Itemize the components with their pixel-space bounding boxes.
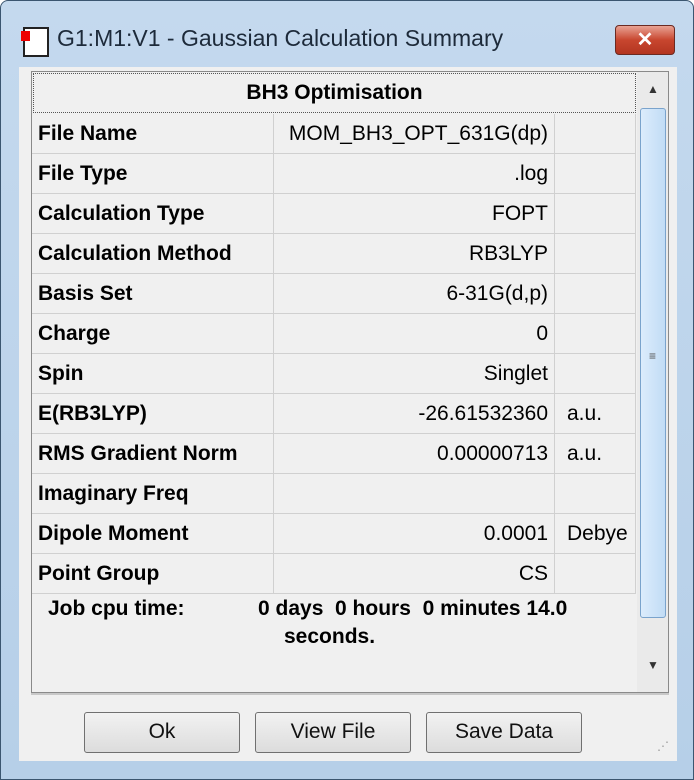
row-label: Basis Set xyxy=(32,274,274,314)
summary-table: BH3 Optimisation File Name MOM_BH3_OPT_63… xyxy=(31,71,669,693)
row-value: RB3LYP xyxy=(274,234,555,274)
table-row: RMS Gradient Norm 0.00000713 a.u. xyxy=(32,434,636,474)
table-row: Calculation Type FOPT xyxy=(32,194,636,234)
vertical-scrollbar[interactable]: ▲ ≡ ▼ xyxy=(637,72,668,692)
close-button[interactable]: ✕ xyxy=(615,25,675,55)
row-label: Dipole Moment xyxy=(32,514,274,554)
scrollbar-thumb[interactable]: ≡ xyxy=(640,108,666,618)
table-row: Basis Set 6-31G(d,p) xyxy=(32,274,636,314)
row-unit xyxy=(555,194,636,234)
row-unit xyxy=(555,314,636,354)
gaussview-app-icon xyxy=(21,27,49,57)
row-value: CS xyxy=(274,554,555,594)
view-file-button[interactable]: View File xyxy=(255,712,411,753)
row-value: 0.0001 xyxy=(274,514,555,554)
table-row: Dipole Moment 0.0001 Debye xyxy=(32,514,636,554)
row-label: Spin xyxy=(32,354,274,394)
table-row: Calculation Method RB3LYP xyxy=(32,234,636,274)
scroll-down-icon[interactable]: ▼ xyxy=(637,658,668,672)
table-row: File Name MOM_BH3_OPT_631G(dp) xyxy=(32,114,636,154)
row-unit xyxy=(555,234,636,274)
save-data-button[interactable]: Save Data xyxy=(426,712,582,753)
table-row: File Type .log xyxy=(32,154,636,194)
row-unit xyxy=(555,274,636,314)
row-value: -26.61532360 xyxy=(274,394,555,434)
row-value: FOPT xyxy=(274,194,555,234)
dialog-window: G1:M1:V1 - Gaussian Calculation Summary … xyxy=(0,0,694,780)
row-label: Calculation Type xyxy=(32,194,274,234)
table-row: E(RB3LYP) -26.61532360 a.u. xyxy=(32,394,636,434)
window-title: G1:M1:V1 - Gaussian Calculation Summary xyxy=(57,25,504,51)
row-unit: a.u. xyxy=(555,394,636,434)
row-unit xyxy=(555,554,636,594)
table-row: Charge 0 xyxy=(32,314,636,354)
row-label: E(RB3LYP) xyxy=(32,394,274,434)
row-value: 6-31G(d,p) xyxy=(274,274,555,314)
table-row: Spin Singlet xyxy=(32,354,636,394)
row-value: 0.00000713 xyxy=(274,434,555,474)
ok-button[interactable]: Ok xyxy=(84,712,240,753)
resize-grip-icon[interactable]: ⋰ xyxy=(657,739,669,753)
row-value: Singlet xyxy=(274,354,555,394)
row-value: MOM_BH3_OPT_631G(dp) xyxy=(274,114,555,154)
row-value xyxy=(274,474,555,514)
divider xyxy=(31,693,669,695)
row-unit: Debye xyxy=(555,514,636,554)
row-label: Point Group xyxy=(32,554,274,594)
cpu-time-unit: seconds. xyxy=(284,625,376,648)
row-value: .log xyxy=(274,154,555,194)
cpu-time-label: Job cpu time: xyxy=(48,597,185,620)
row-unit xyxy=(555,474,636,514)
scroll-up-icon[interactable]: ▲ xyxy=(637,82,668,96)
row-unit xyxy=(555,154,636,194)
table-row: Point Group CS xyxy=(32,554,636,594)
row-label: File Type xyxy=(32,154,274,194)
row-label: File Name xyxy=(32,114,274,154)
row-label: Charge xyxy=(32,314,274,354)
row-label: RMS Gradient Norm xyxy=(32,434,274,474)
cpu-time-value: 0 days 0 hours 0 minutes 14.0 xyxy=(258,597,568,620)
row-unit xyxy=(555,354,636,394)
row-unit: a.u. xyxy=(555,434,636,474)
row-label: Imaginary Freq xyxy=(32,474,274,514)
row-unit xyxy=(555,114,636,154)
row-value: 0 xyxy=(274,314,555,354)
table-row: Imaginary Freq xyxy=(32,474,636,514)
row-label: Calculation Method xyxy=(32,234,274,274)
dialog-body: BH3 Optimisation File Name MOM_BH3_OPT_63… xyxy=(19,67,677,761)
table-title: BH3 Optimisation xyxy=(33,73,636,113)
